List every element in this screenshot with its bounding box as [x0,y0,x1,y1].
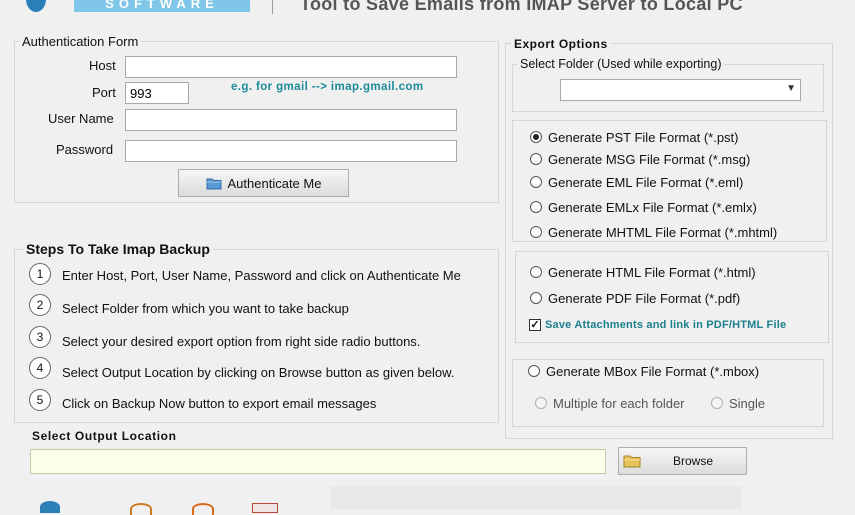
radio-mbox-label: Generate MBox File Format (*.mbox) [546,364,760,379]
browse-button[interactable]: Browse [618,447,747,475]
folder-dropdown[interactable]: ▼ [560,79,801,101]
steps-title: Steps To Take Imap Backup [23,241,213,257]
header-divider [272,0,273,14]
auth-form-legend: Authentication Form [19,34,142,49]
username-label: User Name [48,111,114,126]
radio-mbox-single[interactable] [711,397,723,409]
port-label: Port [92,85,116,100]
output-location-input[interactable] [30,449,606,474]
password-input[interactable] [125,140,457,162]
radio-eml-label: Generate EML File Format (*.eml) [548,175,744,190]
radio-pst-label: Generate PST File Format (*.pst) [548,130,739,145]
step-number: 2 [29,294,51,316]
host-input[interactable] [125,56,457,78]
step-number: 5 [29,389,51,411]
radio-html[interactable] [530,266,542,278]
radio-mhtml[interactable] [530,226,542,238]
radio-mbox-multiple-label: Multiple for each folder [553,396,685,411]
radio-eml[interactable] [530,176,542,188]
step-text: Click on Backup Now button to export ema… [62,396,377,411]
step-number: 4 [29,357,51,379]
bottom-circle-icon [130,503,152,515]
radio-msg-label: Generate MSG File Format (*.msg) [548,152,751,167]
authenticate-button-label: Authenticate Me [227,175,322,191]
bottom-square-icon [252,503,278,513]
step-text: Select Folder from which you want to tak… [62,301,349,316]
bottom-panel [330,486,742,509]
radio-mhtml-label: Generate MHTML File Format (*.mhtml) [548,225,778,240]
step-number: 3 [29,326,51,348]
radio-emlx[interactable] [530,201,542,213]
chevron-down-icon: ▼ [786,83,796,94]
radio-pst[interactable] [530,131,542,143]
step-number: 1 [29,263,51,285]
browse-button-label: Browse [673,454,714,468]
export-options-legend: Export Options [511,37,611,51]
radio-pdf[interactable] [530,292,542,304]
folder-icon [206,178,222,189]
authenticate-button[interactable]: Authenticate Me [178,169,349,197]
save-attachments-label: Save Attachments and link in PDF/HTML Fi… [545,319,787,331]
output-location-label: Select Output Location [32,429,177,443]
radio-emlx-label: Generate EMLx File Format (*.emlx) [548,200,757,215]
radio-mbox-single-label: Single [729,396,766,411]
folder-select-legend: Select Folder (Used while exporting) [517,57,725,71]
username-input[interactable] [125,109,457,131]
bottom-logo-icon [40,501,60,513]
step-text: Select Output Location by clicking on Br… [62,365,455,380]
gmail-hint: e.g. for gmail --> imap.gmail.com [231,81,424,93]
bottom-circle-icon [192,503,214,515]
app-title: Tool to Save Emails from IMAP Server to … [300,0,743,14]
radio-msg[interactable] [530,153,542,165]
host-label: Host [89,58,116,73]
step-text: Enter Host, Port, User Name, Password an… [62,268,461,283]
radio-html-label: Generate HTML File Format (*.html) [548,265,756,280]
port-input[interactable] [125,82,189,104]
save-attachments-checkbox[interactable]: ✓ [529,319,541,331]
step-text: Select your desired export option from r… [62,334,421,349]
brand-label: SOFTWARE [74,0,250,12]
radio-pdf-label: Generate PDF File Format (*.pdf) [548,291,741,306]
folder-icon [623,455,641,468]
radio-mbox-multiple[interactable] [535,397,547,409]
password-label: Password [56,142,114,157]
radio-mbox[interactable] [528,365,540,377]
